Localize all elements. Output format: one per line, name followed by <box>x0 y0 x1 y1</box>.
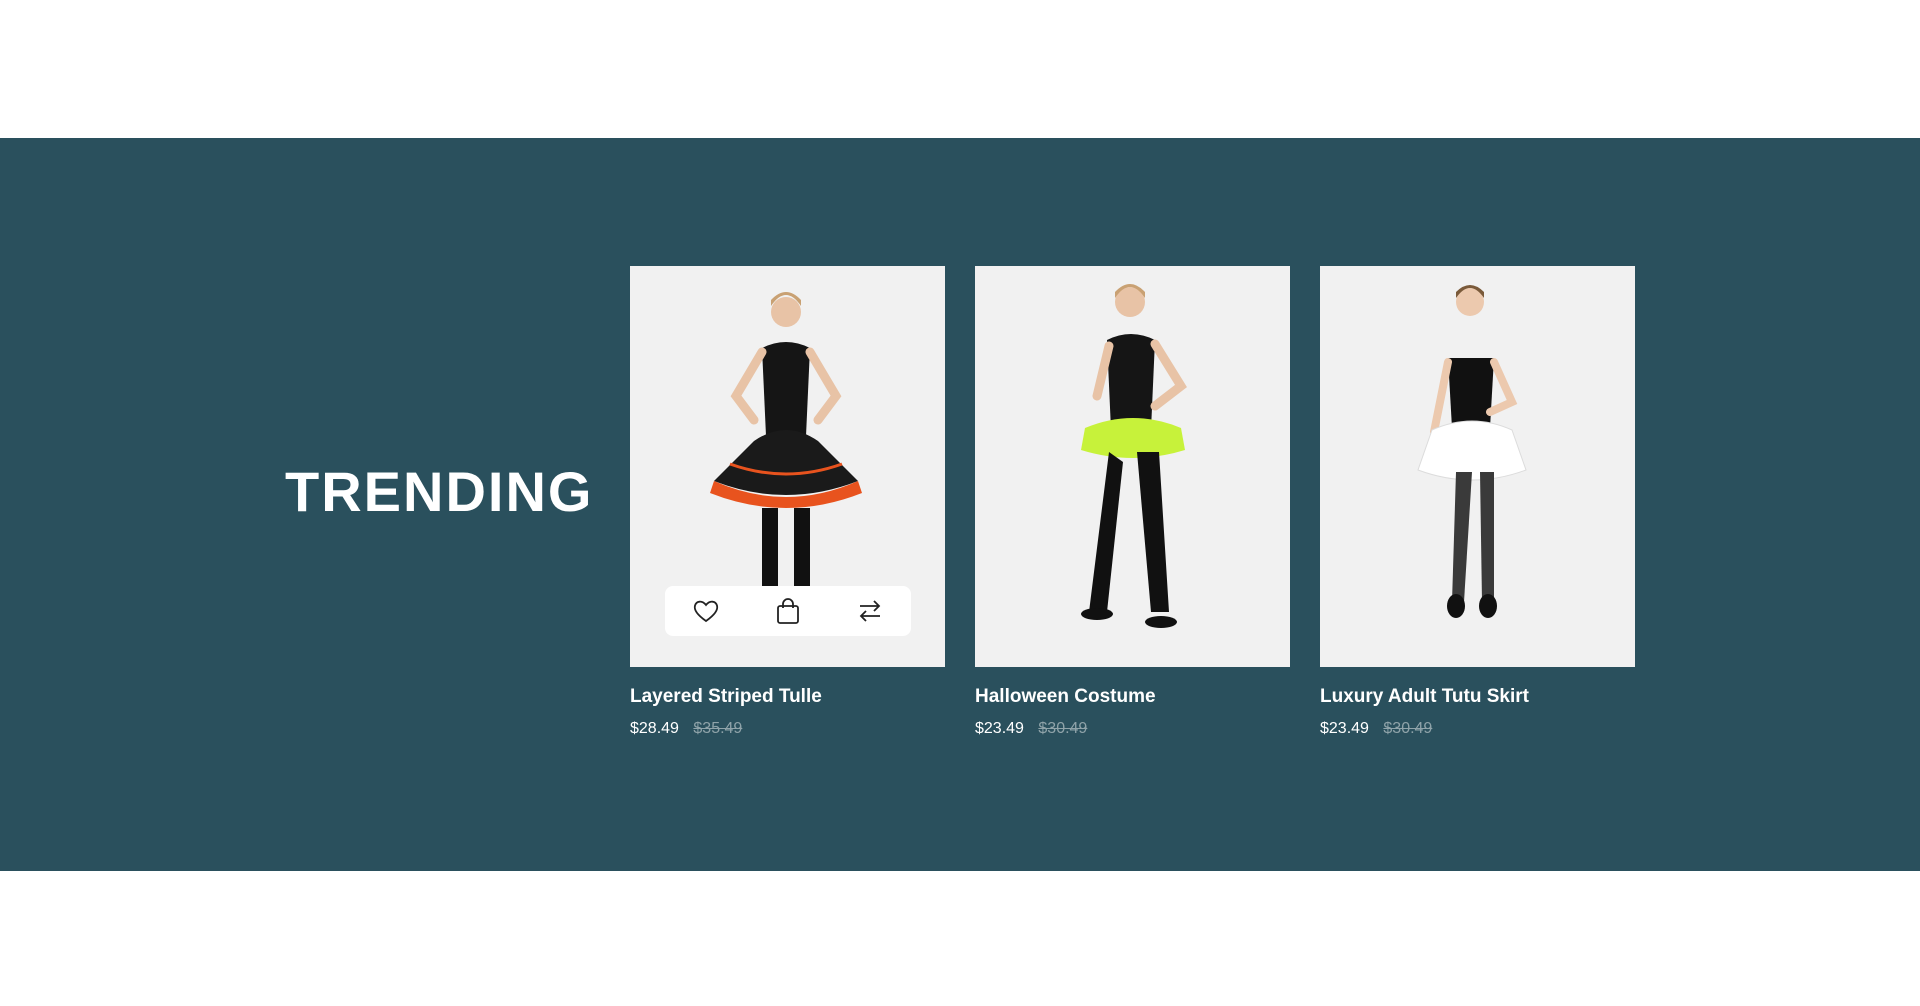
product-image[interactable] <box>1320 266 1635 667</box>
product-actions <box>665 586 911 636</box>
product-old-price: $35.49 <box>693 720 743 737</box>
product-image[interactable] <box>630 266 945 667</box>
product-prices: $28.49 $35.49 <box>630 719 945 739</box>
product-prices: $23.49 $30.49 <box>975 719 1290 739</box>
product-title[interactable]: Layered Striped Tulle <box>630 685 945 709</box>
product-price: $23.49 <box>975 720 1024 737</box>
skirt-tutu <box>1417 420 1527 481</box>
product-price: $23.49 <box>1320 720 1369 737</box>
product-old-price: $30.49 <box>1038 720 1088 737</box>
product-photo-figure <box>1081 284 1187 628</box>
product-title[interactable]: Luxury Adult Tutu Skirt <box>1320 685 1635 709</box>
bag-icon[interactable] <box>771 594 805 628</box>
product-image[interactable] <box>975 266 1290 667</box>
section-heading: TRENDING <box>285 460 594 523</box>
product-title[interactable]: Halloween Costume <box>975 685 1290 709</box>
product-card[interactable]: Layered Striped Tulle $28.49 $35.49 <box>630 266 945 739</box>
product-old-price: $30.49 <box>1383 720 1433 737</box>
compare-icon[interactable] <box>853 594 887 628</box>
product-price: $28.49 <box>630 720 679 737</box>
product-card[interactable]: Luxury Adult Tutu Skirt $23.49 $30.49 <box>1320 266 1635 739</box>
heart-icon[interactable] <box>689 594 723 628</box>
product-photo-figure <box>1417 285 1527 618</box>
skirt-tutu <box>1081 418 1185 458</box>
product-prices: $23.49 $30.49 <box>1320 719 1635 739</box>
product-card[interactable]: Halloween Costume $23.49 $30.49 <box>975 266 1290 739</box>
